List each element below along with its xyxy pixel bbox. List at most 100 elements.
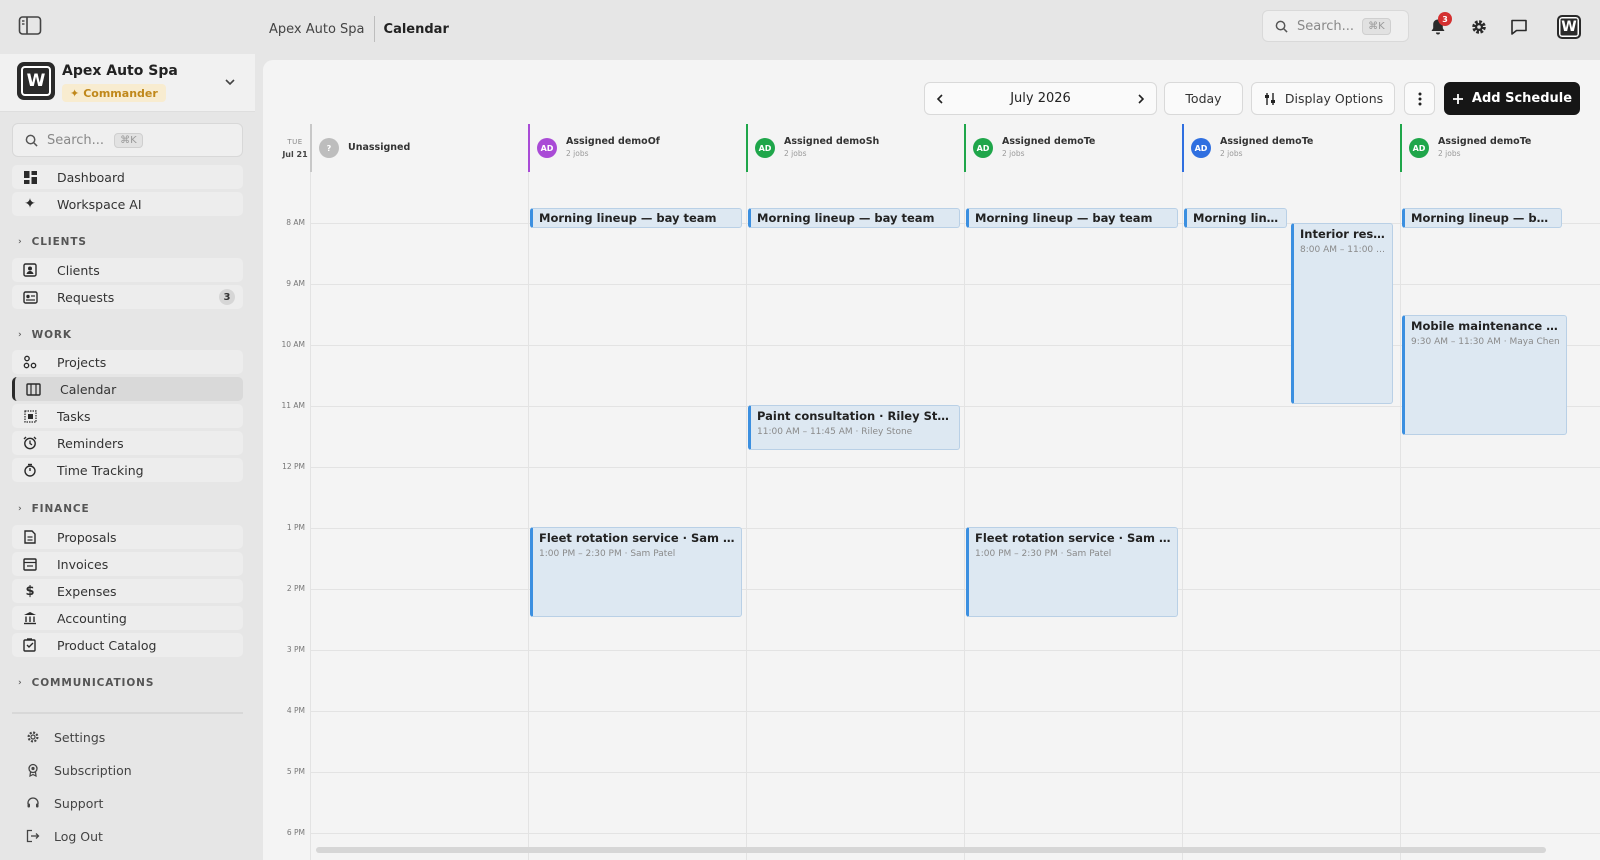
assignee-column-header[interactable]: AD Assigned demoTe 2 jobs xyxy=(964,124,1176,172)
sidebar-item-expenses[interactable]: $ Expenses xyxy=(12,579,243,603)
calendar-event[interactable]: Morning lineup — bay team xyxy=(530,208,742,228)
search-shortcut: ⌘K xyxy=(1362,17,1391,35)
hour-label: 8 AM xyxy=(286,218,305,227)
alarm-icon xyxy=(22,435,38,451)
calendar-event[interactable]: Mobile maintenance detail · Maya Chen 9:… xyxy=(1402,315,1567,435)
horizontal-scrollbar[interactable] xyxy=(316,847,1546,853)
hour-label: 6 PM xyxy=(286,828,305,837)
assignee-avatar: AD xyxy=(973,138,993,158)
calendar-event[interactable]: Morning lineup — bay team xyxy=(748,208,960,228)
current-month[interactable]: July 2026 xyxy=(1010,91,1071,106)
sidebar: W Apex Auto Spa ✦ Commander Search... ⌘K… xyxy=(0,54,255,860)
assignee-job-count: 2 jobs xyxy=(784,149,807,158)
more-options-button[interactable] xyxy=(1404,82,1435,115)
calendar-event[interactable]: Morning lineup — bay team xyxy=(1402,208,1562,228)
more-vertical-icon xyxy=(1418,92,1422,106)
assignee-column-header[interactable]: AD Assigned demoSh 2 jobs xyxy=(746,124,958,172)
sidebar-item-projects[interactable]: Projects xyxy=(12,350,243,374)
sidebar-footer-log-out[interactable]: Log Out xyxy=(25,828,103,844)
chevron-right-icon: › xyxy=(18,330,23,340)
calendar-event[interactable]: Fleet rotation service · Sam Patel 1:00 … xyxy=(530,527,742,617)
event-title: Interior reset · … xyxy=(1300,227,1386,241)
calendar-event[interactable]: Morning lineup — bay team xyxy=(966,208,1178,228)
column-color-bar xyxy=(746,124,748,172)
calendar-event[interactable]: Interior reset · … 8:00 AM – 11:00 A… xyxy=(1291,223,1393,404)
chevron-left-icon[interactable] xyxy=(934,93,946,105)
sidebar-search-input[interactable]: Search... ⌘K xyxy=(12,123,243,157)
event-time: 8:00 AM – 11:00 A… xyxy=(1300,245,1386,255)
assignee-column-header[interactable]: AD Assigned demoOf 2 jobs xyxy=(528,124,740,172)
logout-icon xyxy=(25,828,41,844)
add-schedule-button[interactable]: Add Schedule xyxy=(1444,82,1580,115)
breadcrumb-app[interactable]: Apex Auto Spa xyxy=(269,22,365,37)
month-navigator: July 2026 xyxy=(924,82,1157,115)
sidebar-item-label: Invoices xyxy=(57,556,109,572)
calendar-event[interactable]: Morning lineup… xyxy=(1184,208,1287,228)
sidebar-item-tasks[interactable]: Tasks xyxy=(12,404,243,428)
column-color-bar xyxy=(964,124,966,172)
assignee-job-count: 2 jobs xyxy=(566,149,589,158)
section-work[interactable]: › WORK xyxy=(18,329,72,341)
column-color-bar xyxy=(310,124,312,172)
sidebar-item-time-tracking[interactable]: Time Tracking xyxy=(12,458,243,482)
hour-label: 2 PM xyxy=(286,584,305,593)
sidebar-item-calendar[interactable]: Calendar xyxy=(12,377,243,401)
sidebar-item-proposals[interactable]: Proposals xyxy=(12,525,243,549)
event-title: Morning lineup — bay team xyxy=(1411,211,1555,225)
today-button-label: Today xyxy=(1185,91,1222,106)
column-gridline xyxy=(1400,172,1401,860)
assignee-avatar: AD xyxy=(1409,138,1429,158)
sidebar-item-requests[interactable]: Requests 3 xyxy=(12,285,243,309)
sidebar-item-label: Reminders xyxy=(57,435,124,451)
notifications-button[interactable]: 3 xyxy=(1423,12,1453,42)
section-clients[interactable]: › CLIENTS xyxy=(18,236,87,248)
chevron-right-icon[interactable] xyxy=(1135,93,1147,105)
hour-label: 1 PM xyxy=(286,523,305,532)
workspace-role-label: Commander xyxy=(83,86,158,100)
assignee-column-header[interactable]: ? Unassigned xyxy=(310,124,522,172)
settings-button[interactable] xyxy=(1464,12,1494,42)
event-title: Fleet rotation service · Sam Patel xyxy=(975,531,1171,545)
chat-icon xyxy=(1510,18,1528,36)
section-finance-label: FINANCE xyxy=(31,503,90,515)
sidebar-item-clients[interactable]: Clients xyxy=(12,258,243,282)
sidebar-item-product-catalog[interactable]: Product Catalog xyxy=(12,633,243,657)
calendar-event[interactable]: Fleet rotation service · Sam Patel 1:00 … xyxy=(966,527,1178,617)
sidebar-item-workspace-ai[interactable]: ✦ Workspace AI xyxy=(12,192,243,216)
user-avatar-button[interactable]: W xyxy=(1554,12,1584,42)
section-communications[interactable]: › COMMUNICATIONS xyxy=(18,677,154,689)
document-icon xyxy=(22,529,38,545)
sidebar-item-reminders[interactable]: Reminders xyxy=(12,431,243,455)
sidebar-item-accounting[interactable]: Accounting xyxy=(12,606,243,630)
plus-icon xyxy=(1452,93,1464,105)
sidebar-footer-support[interactable]: Support xyxy=(25,795,103,811)
assignee-column-header[interactable]: AD Assigned demoTe 2 jobs xyxy=(1400,124,1600,172)
section-finance[interactable]: › FINANCE xyxy=(18,503,90,515)
sidebar-search-shortcut: ⌘K xyxy=(114,132,143,148)
sidebar-item-invoices[interactable]: Invoices xyxy=(12,552,243,576)
sidebar-item-label: Clients xyxy=(57,262,100,278)
section-clients-label: CLIENTS xyxy=(31,236,87,248)
assignee-column-header[interactable]: AD Assigned demoTe 2 jobs xyxy=(1182,124,1394,172)
sidebar-footer-subscription[interactable]: Subscription xyxy=(25,762,132,778)
chevron-down-icon[interactable] xyxy=(224,76,236,88)
calendar-event[interactable]: Paint consultation · Riley Stone 11:00 A… xyxy=(748,405,960,450)
breadcrumb: Apex Auto Spa Calendar xyxy=(269,16,449,42)
user-avatar-letter: W xyxy=(1561,19,1577,35)
sidebar-toggle-icon[interactable] xyxy=(18,15,42,37)
assignee-job-count: 2 jobs xyxy=(1002,149,1025,158)
messages-button[interactable] xyxy=(1504,12,1534,42)
display-options-button[interactable]: Display Options xyxy=(1251,82,1395,115)
workspace-role-badge: ✦ Commander xyxy=(62,84,166,102)
projects-icon xyxy=(22,354,38,370)
workspace-switcher[interactable]: W Apex Auto Spa ✦ Commander xyxy=(0,54,255,112)
sidebar-footer-settings[interactable]: Settings xyxy=(25,729,105,745)
top-search-input[interactable]: Search... ⌘K xyxy=(1262,10,1409,42)
sidebar-item-dashboard[interactable]: Dashboard xyxy=(12,165,243,189)
catalog-icon xyxy=(22,637,38,653)
sliders-icon xyxy=(1263,92,1277,106)
assignee-job-count: 2 jobs xyxy=(1220,149,1243,158)
today-button[interactable]: Today xyxy=(1164,82,1243,115)
sidebar-footer-label: Log Out xyxy=(54,828,103,844)
event-time: 1:00 PM – 2:30 PM · Sam Patel xyxy=(539,549,676,559)
